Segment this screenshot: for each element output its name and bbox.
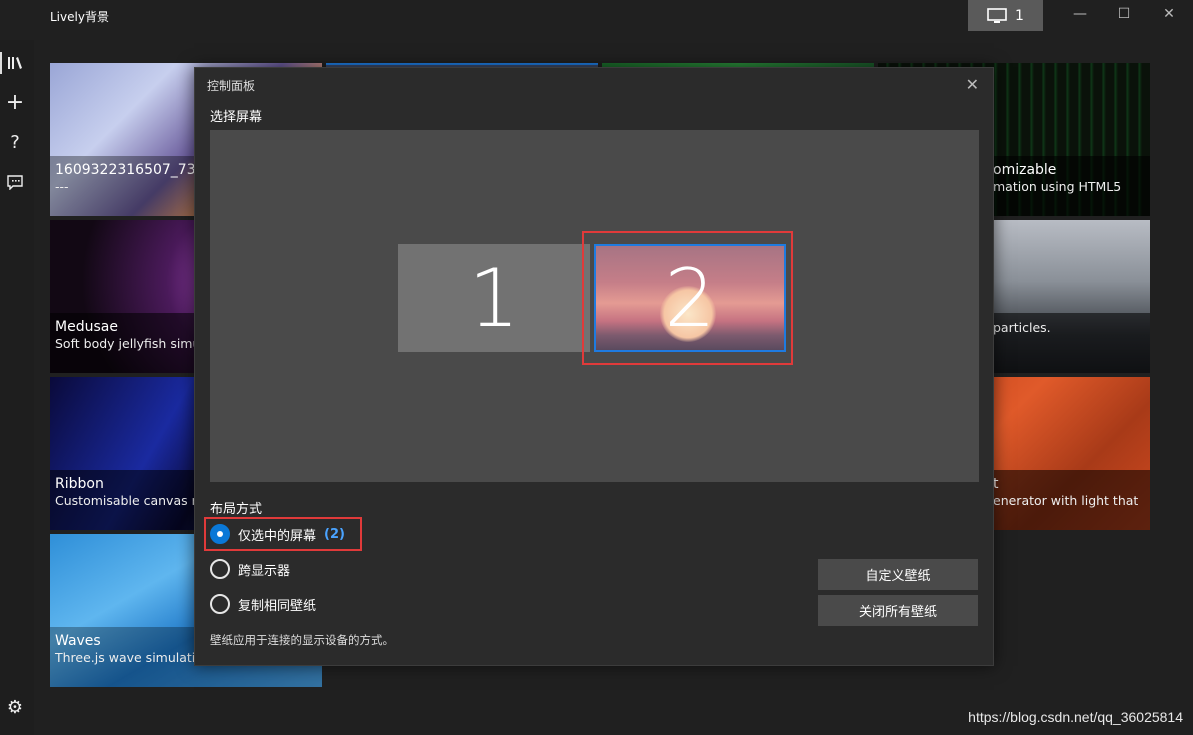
settings-icon[interactable]: ⚙ <box>0 693 30 721</box>
dialog-title: 控制面板 <box>207 79 256 93</box>
radio-label: 仅选中的屏幕 <box>238 528 317 544</box>
selected-screen-count: (2) <box>324 526 345 542</box>
tile-description: enerator with light that <box>993 493 1139 508</box>
tile-description: mation using HTML5 <box>993 179 1122 194</box>
radio-button[interactable] <box>210 524 230 544</box>
screen-1[interactable]: 1 <box>398 244 590 352</box>
monitor-icon <box>987 7 1007 23</box>
monitor-select-button[interactable]: 1 <box>968 0 1043 31</box>
radio-span-monitors[interactable]: 跨显示器 <box>210 559 290 579</box>
layout-label: 布局方式 <box>210 502 263 517</box>
add-icon[interactable]: + <box>0 88 30 116</box>
screen-2[interactable]: 2 <box>594 244 786 352</box>
control-panel-dialog: 控制面板 ✕ 选择屏幕 1 2 布局方式 仅选中的屏幕 (2) 跨显示器 复制相… <box>194 67 994 666</box>
watermark-text: https://blog.csdn.net/qq_36025814 <box>968 709 1183 725</box>
left-nav: + ? ⚙ <box>0 40 34 735</box>
screen-2-number: 2 <box>664 251 716 345</box>
close-button[interactable]: ✕ <box>1157 4 1181 24</box>
feedback-icon[interactable] <box>0 168 30 196</box>
select-screen-label: 选择屏幕 <box>210 110 263 125</box>
close-all-wallpapers-button[interactable]: 关闭所有壁纸 <box>818 595 978 626</box>
help-icon[interactable]: ? <box>0 128 30 156</box>
maximize-button[interactable]: ☐ <box>1112 4 1136 24</box>
screen-1-number: 1 <box>468 251 520 345</box>
layout-footnote: 壁纸应用于连接的显示设备的方式。 <box>210 633 394 647</box>
radio-duplicate-wallpaper[interactable]: 复制相同壁纸 <box>210 594 316 614</box>
tile-description: particles. <box>993 320 1051 335</box>
radio-selected-screen-only[interactable]: 仅选中的屏幕 (2) <box>210 524 345 544</box>
radio-label: 复制相同壁纸 <box>238 598 317 614</box>
screen-selector-area: 1 2 <box>210 130 979 482</box>
app-window: Lively背景 1 — ☐ ✕ + ? ⚙ 1609322316507_735… <box>0 0 1193 735</box>
customize-wallpaper-button[interactable]: 自定义壁纸 <box>818 559 978 590</box>
radio-button[interactable] <box>210 594 230 614</box>
app-title: Lively背景 <box>50 10 109 24</box>
radio-button[interactable] <box>210 559 230 579</box>
minimize-button[interactable]: — <box>1068 4 1092 24</box>
tile-title: omizable <box>993 162 1057 178</box>
radio-label: 跨显示器 <box>238 563 291 579</box>
tile-title: t <box>993 476 999 492</box>
monitor-count: 1 <box>1015 7 1024 24</box>
library-icon[interactable] <box>0 49 30 77</box>
dialog-close-icon[interactable]: ✕ <box>966 75 979 94</box>
